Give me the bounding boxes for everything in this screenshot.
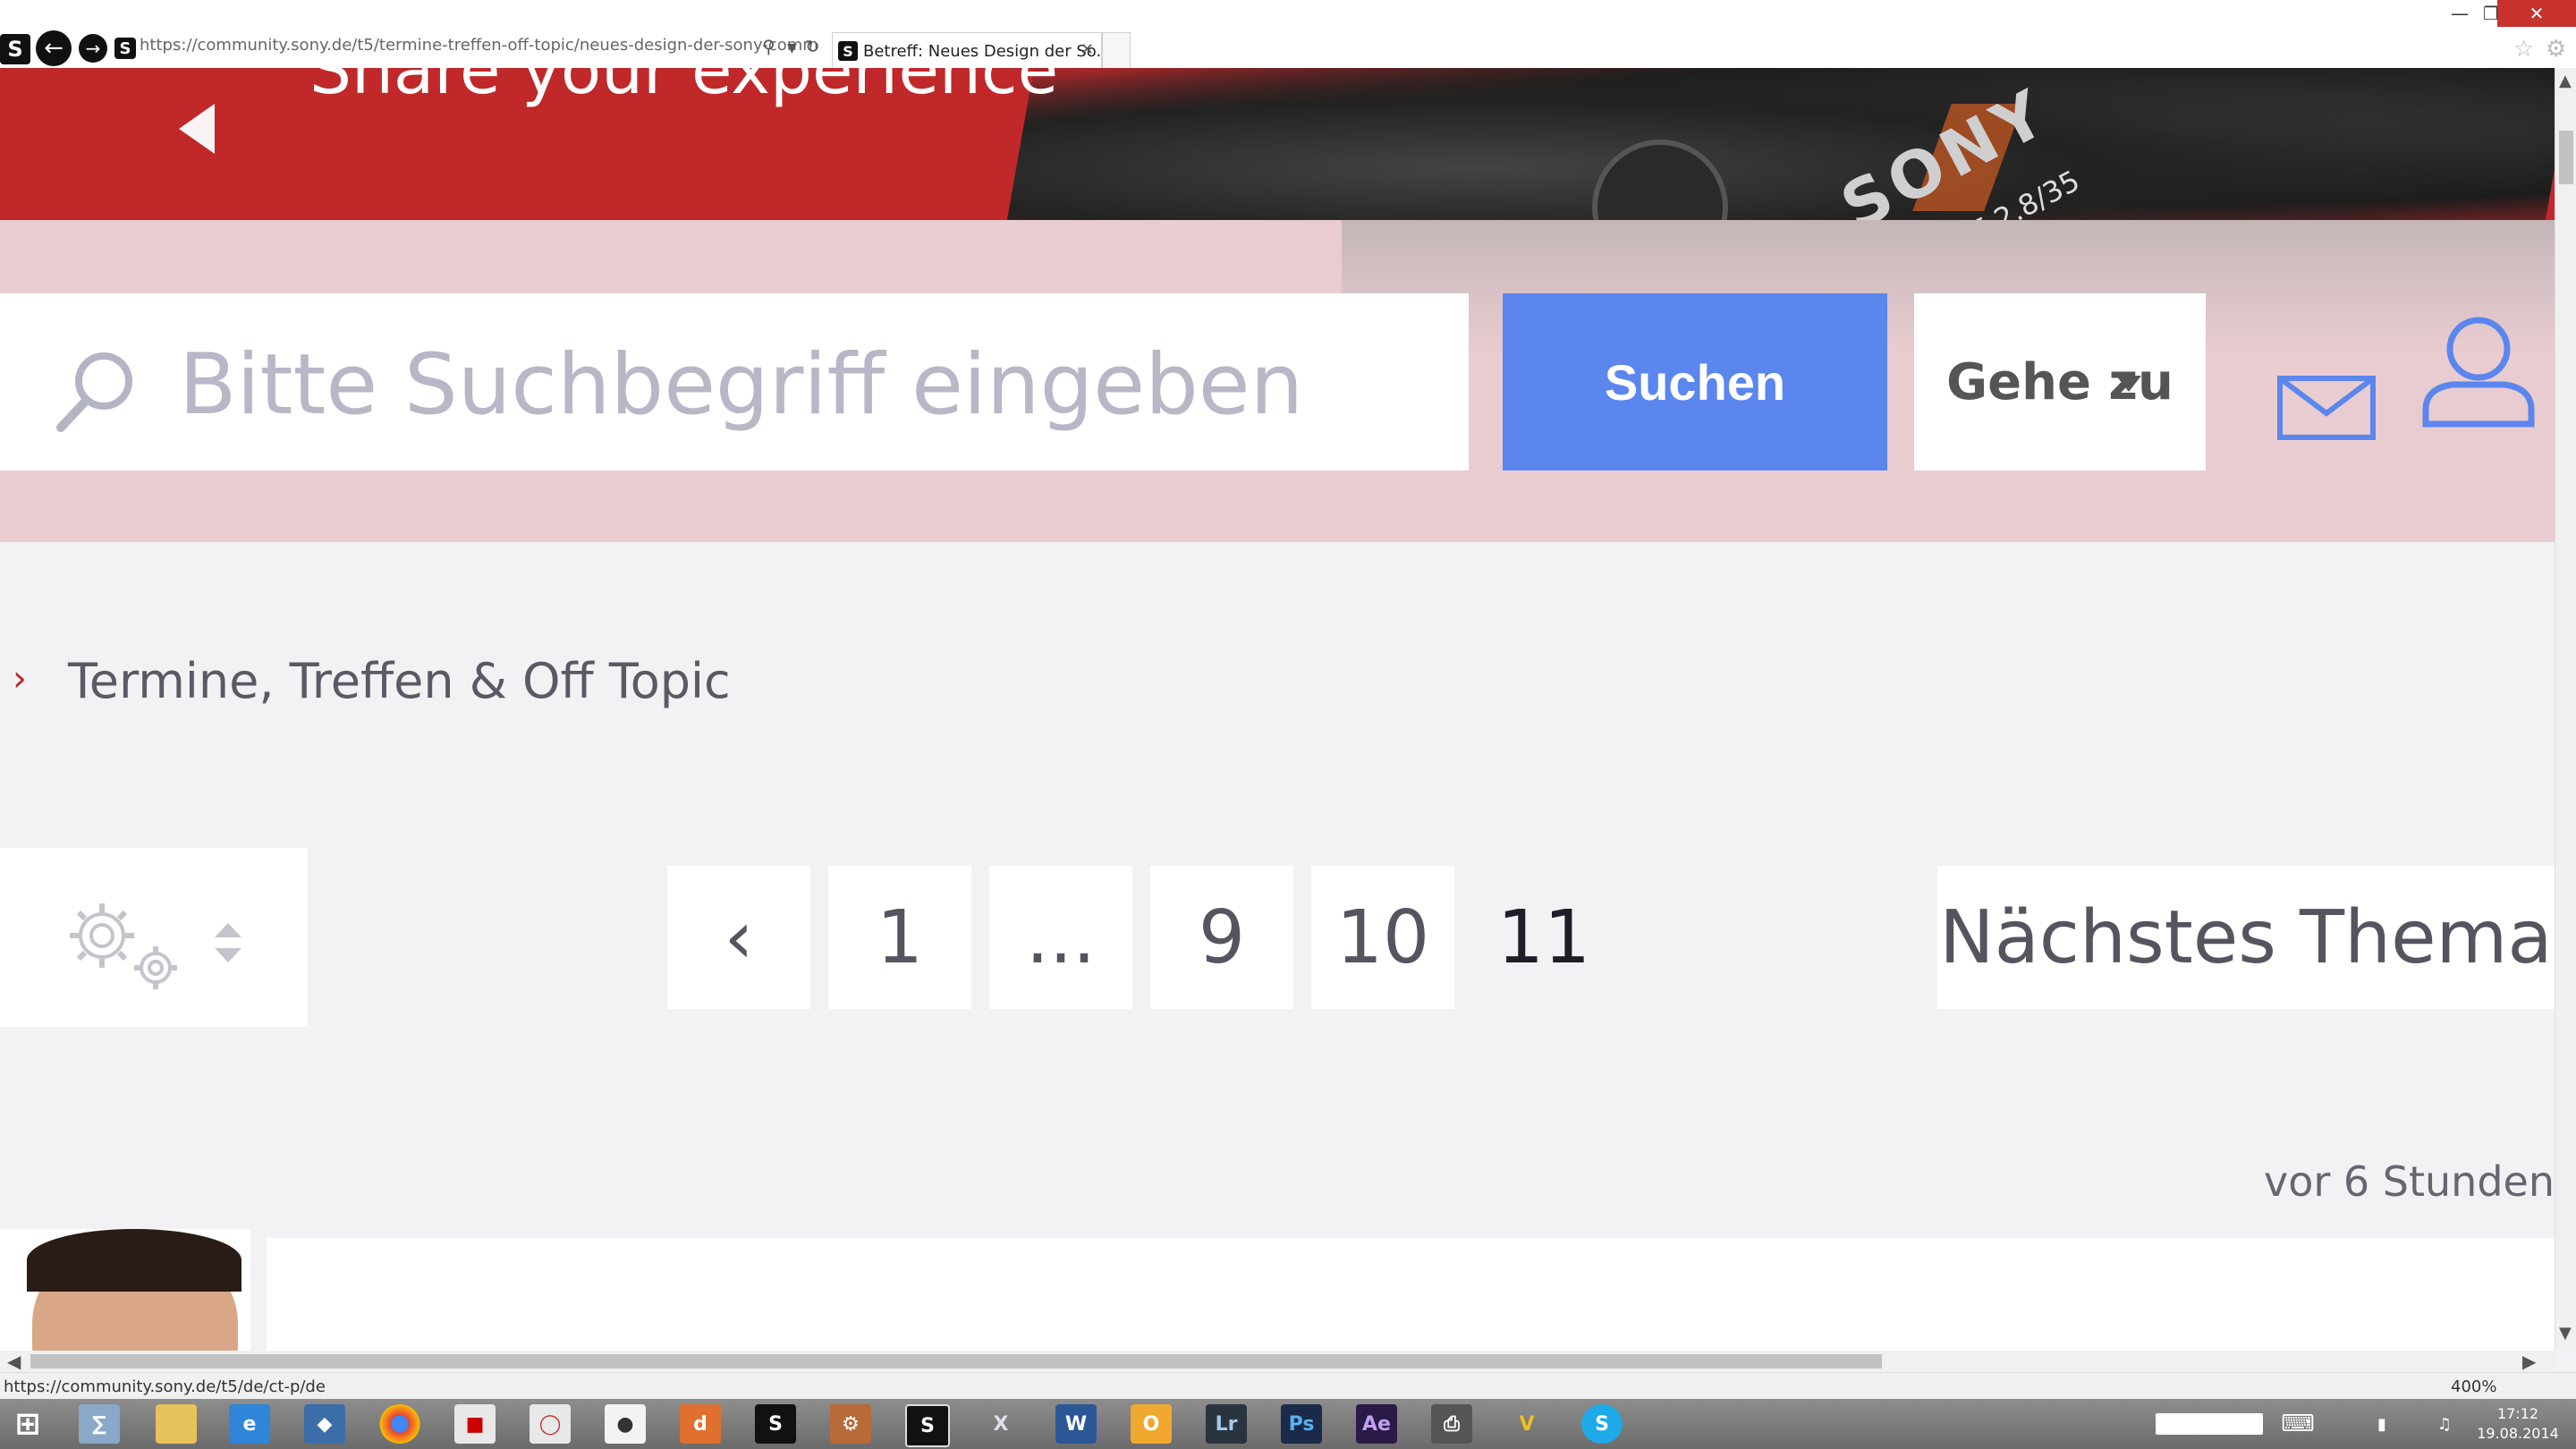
mail-icon[interactable] — [2277, 376, 2376, 440]
scroll-down-icon[interactable]: ▼ — [2559, 1324, 2572, 1343]
new-tab-button[interactable] — [1102, 32, 1131, 70]
vegas-icon[interactable]: V — [1506, 1404, 1547, 1444]
banner-arrow-icon — [179, 104, 215, 154]
app-red-icon[interactable]: ■ — [454, 1404, 496, 1444]
search-input[interactable]: Bitte Suchbegriff eingeben — [0, 293, 1469, 470]
gear-icon — [70, 903, 177, 989]
address-dropdown-icon[interactable]: ▼ — [787, 41, 797, 55]
camera-image — [1002, 68, 2555, 220]
keyboard-icon[interactable]: ⌨ — [2277, 1404, 2318, 1444]
horizontal-scroll-thumb[interactable] — [30, 1354, 1882, 1368]
banner-title: Share your experience — [309, 68, 1059, 109]
hero-banner: SONY FE 2.8/35 Share your experience — [0, 68, 2555, 220]
goto-dropdown-button[interactable]: Gehe zu — [1914, 293, 2206, 470]
network-icon[interactable]: ▮ — [2361, 1404, 2402, 1444]
app-xp-icon[interactable]: X — [980, 1404, 1021, 1444]
address-search-icon[interactable]: ⚲ — [762, 36, 775, 57]
avatar[interactable] — [0, 1229, 250, 1351]
close-window-button[interactable]: ✕ — [2497, 0, 2576, 27]
tab-close-icon[interactable]: ✕ — [1080, 40, 1094, 59]
browser-chrome: S ← → S https://community.sony.de/t5/ter… — [0, 0, 2576, 70]
minimize-button[interactable]: — — [2442, 0, 2478, 27]
sony-community-icon[interactable]: S — [755, 1404, 796, 1444]
start-windows-icon[interactable]: ⊞ — [7, 1404, 48, 1444]
volume-icon[interactable]: ♫ — [2424, 1404, 2465, 1444]
scroll-left-icon[interactable]: ◀ — [7, 1351, 21, 1372]
clock-time: 17:12 — [2496, 1405, 2539, 1422]
next-topic-button[interactable]: Nächstes Thema — [1937, 866, 2555, 1009]
app-white-icon[interactable]: ● — [605, 1404, 646, 1444]
horizontal-scrollbar[interactable]: ◀ ▶ — [0, 1351, 2555, 1372]
search-button[interactable]: Suchen — [1503, 293, 1887, 470]
refresh-icon[interactable]: ↻ — [805, 36, 820, 57]
calculator-icon[interactable]: ∑ — [79, 1404, 120, 1444]
address-bar[interactable]: https://community.sony.de/t5/termine-tre… — [140, 36, 835, 63]
forward-button[interactable]: → — [79, 34, 107, 63]
pagination-page-10[interactable]: 10 — [1311, 866, 1454, 1009]
topic-options-menu[interactable] — [0, 848, 308, 1027]
status-url: https://community.sony.de/t5/de/ct-p/de — [4, 1377, 326, 1396]
internet-explorer-icon[interactable]: e — [229, 1404, 270, 1444]
post-body — [267, 1238, 2555, 1351]
lightroom-icon[interactable]: Lr — [1206, 1404, 1247, 1444]
app-circle-icon[interactable]: ◯ — [530, 1404, 571, 1444]
search-icon — [56, 352, 132, 432]
word-icon[interactable]: W — [1055, 1404, 1097, 1444]
tray-search-input[interactable] — [2156, 1413, 2263, 1435]
windows-taskbar: ⊞ ∑ e ◆ ■ ◯ ● d S ⚙ S X W O Lr Ps Ae ⎙ V… — [0, 1399, 2576, 1449]
sort-arrows-icon — [215, 923, 242, 962]
caret-down-icon — [2116, 376, 2141, 392]
post-timestamp: vor 6 Stunden — [2264, 1157, 2555, 1206]
app-tools-icon[interactable]: ⚙ — [830, 1404, 871, 1444]
breadcrumb: › Termine, Treffen & Off Topic — [0, 644, 1073, 716]
taskbar-clock[interactable]: 17:12 19.08.2014 — [2469, 1404, 2567, 1444]
site-favicon-icon: S — [114, 38, 136, 59]
scroll-right-icon[interactable]: ▶ — [2522, 1351, 2536, 1372]
status-bar: https://community.sony.de/t5/de/ct-p/de … — [0, 1372, 2576, 1400]
zoom-level[interactable]: 400% — [2451, 1377, 2496, 1396]
settings-gear-icon[interactable]: ⚙ — [2546, 36, 2566, 63]
favorites-star-icon[interactable]: ☆ — [2513, 36, 2534, 63]
sony-community-active-icon[interactable]: S — [905, 1404, 950, 1447]
tab-title: Betreff: Neues Design der So... — [863, 42, 1102, 61]
avatar-hair-image — [27, 1229, 242, 1292]
pagination-ellipsis: ... — [989, 866, 1132, 1009]
outlook-icon[interactable]: O — [1131, 1404, 1172, 1444]
browser-logo-icon: S — [0, 34, 30, 64]
pagination-page-9[interactable]: 9 — [1150, 866, 1293, 1009]
pagination-prev-button[interactable]: ‹ — [667, 866, 810, 1009]
file-explorer-icon[interactable] — [156, 1404, 197, 1444]
pagination-page-1[interactable]: 1 — [828, 866, 971, 1009]
back-button[interactable]: ← — [36, 30, 72, 66]
tab-favicon-icon: S — [838, 41, 858, 61]
photoshop-icon[interactable]: Ps — [1281, 1404, 1322, 1444]
after-effects-icon[interactable]: Ae — [1356, 1404, 1397, 1444]
skype-icon[interactable]: S — [1581, 1404, 1623, 1444]
app-blue-diamond-icon[interactable]: ◆ — [304, 1404, 345, 1444]
scroll-up-icon[interactable]: ▲ — [2559, 72, 2572, 90]
search-bar-area: Bitte Suchbegriff eingeben Suchen Gehe z… — [0, 220, 2555, 542]
chrome-icon[interactable] — [379, 1404, 420, 1444]
app-printer-icon[interactable]: ⎙ — [1431, 1404, 1472, 1444]
app-orange-icon[interactable]: d — [680, 1404, 721, 1444]
clock-date: 19.08.2014 — [2477, 1425, 2559, 1442]
pagination-current-page: 11 — [1496, 894, 1591, 980]
breadcrumb-link-termine[interactable]: Termine, Treffen & Off Topic — [68, 653, 731, 709]
tab-active[interactable]: S Betreff: Neues Design der So... ✕ — [832, 32, 1102, 69]
vertical-scroll-thumb[interactable] — [2559, 131, 2573, 184]
chevron-right-icon: › — [13, 658, 27, 699]
vertical-scrollbar[interactable]: ▲ ▼ — [2555, 68, 2576, 1351]
search-placeholder: Bitte Suchbegriff eingeben — [179, 336, 1304, 434]
user-profile-icon[interactable] — [2420, 313, 2537, 429]
